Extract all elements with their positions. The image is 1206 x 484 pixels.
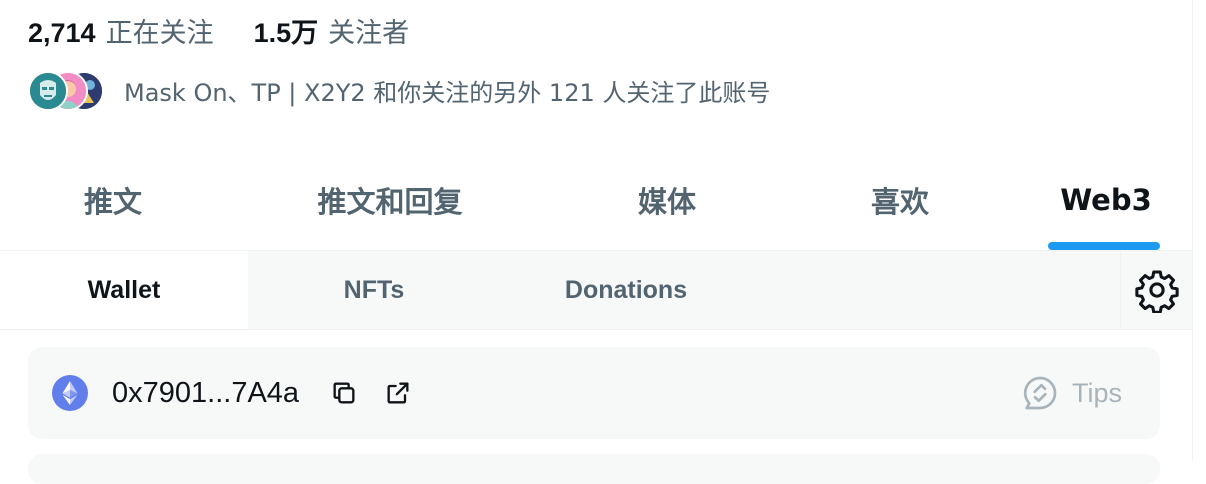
tips-icon: [1023, 376, 1057, 410]
active-tab-indicator: [1048, 242, 1160, 250]
tab-web3[interactable]: Web3: [1020, 150, 1192, 250]
profile-tabs: 推文 推文和回复 媒体 喜欢 Web3: [0, 150, 1192, 251]
next-wallet-card: [28, 454, 1160, 484]
wallet-address: 0x7901...7A4a: [112, 376, 300, 409]
column-border: [1192, 0, 1193, 460]
ethereum-icon: [52, 375, 88, 411]
followed-by-text: Mask On、TP | X2Y2 和你关注的另外 121 人关注了此账号: [124, 78, 771, 107]
tab-media[interactable]: 媒体: [554, 150, 780, 250]
gear-icon: [1135, 270, 1179, 313]
followers-label: 关注者: [328, 17, 410, 49]
avatar-stack: [28, 70, 104, 111]
following-link[interactable]: 2,714 正在关注: [28, 11, 214, 50]
avatar: [28, 71, 68, 111]
tab-tweets[interactable]: 推文: [0, 150, 226, 250]
followers-you-know[interactable]: Mask On、TP | X2Y2 和你关注的另外 121 人关注了此账号: [28, 70, 771, 111]
tab-label: Wallet: [87, 275, 161, 304]
following-count: 2,714: [28, 17, 96, 48]
tab-label: 喜欢: [870, 185, 929, 219]
followers-link[interactable]: 1.5万 关注者: [254, 11, 410, 50]
tab-nfts[interactable]: NFTs: [248, 251, 500, 329]
tab-label: 媒体: [637, 185, 696, 219]
tab-label: Donations: [564, 275, 688, 304]
follow-stats: 2,714 正在关注 1.5万 关注者: [28, 10, 409, 50]
tab-tweets-replies[interactable]: 推文和回复: [226, 150, 554, 250]
tab-label: NFTs: [343, 275, 405, 304]
tab-label: 推文: [83, 185, 142, 219]
tab-label: Web3: [1060, 183, 1152, 217]
tab-label: 推文和回复: [317, 185, 463, 219]
followers-count: 1.5万: [253, 17, 319, 48]
settings-button[interactable]: [1120, 251, 1193, 329]
tab-donations[interactable]: Donations: [500, 251, 752, 329]
web3-sub-tabs: Wallet NFTs Donations: [0, 251, 1192, 330]
tips-label: Tips: [1072, 377, 1123, 408]
copy-icon[interactable]: [330, 379, 358, 407]
following-label: 正在关注: [105, 17, 214, 49]
external-link-icon[interactable]: [384, 379, 412, 407]
wallet-card: 0x7901...7A4a Tips: [28, 347, 1160, 439]
tips-button[interactable]: Tips: [1020, 373, 1122, 413]
tab-likes[interactable]: 喜欢: [780, 150, 1020, 250]
tab-wallet[interactable]: Wallet: [0, 251, 248, 329]
